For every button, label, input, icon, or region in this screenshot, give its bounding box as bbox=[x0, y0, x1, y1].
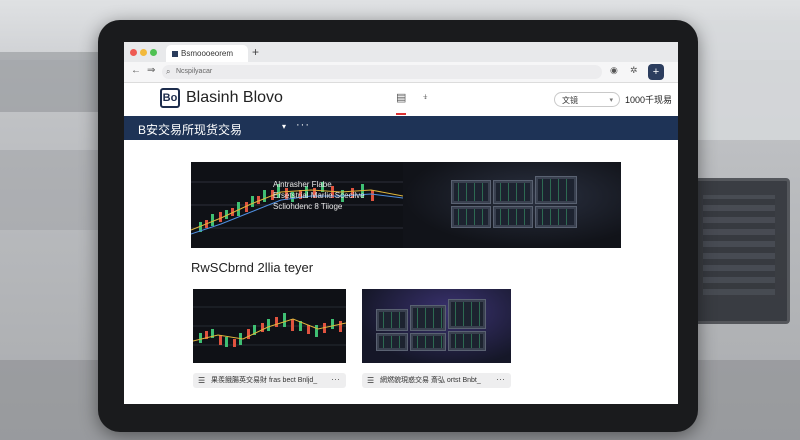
card-candlestick-chart bbox=[193, 306, 346, 347]
address-bar[interactable]: ⌕ Ncspilyacar bbox=[162, 65, 602, 79]
hero-caption: Alntrasher Flabe Ersetstrial Marlie Scec… bbox=[273, 179, 365, 212]
minimize-window-button[interactable] bbox=[140, 49, 147, 56]
maximize-window-button[interactable] bbox=[150, 49, 157, 56]
hero-line: Ersetstrial Marlie Scecilve bbox=[273, 191, 365, 200]
hero-line: Alntrasher Flabe bbox=[273, 180, 332, 189]
menu-icon: ☰ bbox=[367, 376, 375, 385]
card-caption: 網燃貌現惑交易 斎弘 ortst Bnbt_ bbox=[380, 377, 481, 384]
monitor-image bbox=[535, 206, 577, 228]
site-logo[interactable]: Bo bbox=[160, 88, 180, 108]
background-shelf bbox=[0, 52, 110, 112]
card-footer[interactable]: ☰ 網燃貌現惑交易 斎弘 ortst Bnbt_ ··· bbox=[362, 373, 511, 388]
site-header: Bo Blasinh Blovo ▤ ⍖ 文镜 ▾ 1000千现易 bbox=[124, 83, 678, 116]
back-button[interactable]: ← bbox=[131, 65, 141, 76]
card-chart-image[interactable] bbox=[193, 289, 346, 363]
active-nav-indicator bbox=[396, 113, 406, 115]
monitor-image bbox=[448, 331, 486, 351]
new-tab-button[interactable]: + bbox=[252, 44, 259, 60]
hero-line: Scliohdenc 8 Tiioge bbox=[273, 202, 343, 211]
language-value: 文镜 bbox=[562, 96, 578, 105]
close-window-button[interactable] bbox=[130, 49, 137, 56]
card-footer[interactable]: ☰ 果羨餓腸英交易財 fras bect Bnljd_ ··· bbox=[193, 373, 346, 388]
background-window bbox=[690, 20, 800, 140]
monitor-image bbox=[493, 206, 533, 228]
settings-icon[interactable]: ✲ bbox=[630, 65, 638, 76]
browser-tab[interactable]: Bsmoooeorem bbox=[166, 45, 248, 62]
monitor-image bbox=[451, 180, 491, 204]
trading-desk-photo bbox=[403, 162, 621, 248]
monitor-image bbox=[448, 299, 486, 329]
extension-button[interactable]: + bbox=[648, 64, 664, 80]
address-placeholder: Ncspilyacar bbox=[176, 68, 213, 75]
background-monitor bbox=[692, 178, 790, 324]
search-icon: ⌕ bbox=[166, 67, 171, 76]
monitor-image bbox=[410, 305, 446, 331]
more-options-button[interactable]: ··· bbox=[296, 119, 310, 131]
browser-tab-strip: Bsmoooeorem + bbox=[124, 42, 678, 62]
language-select[interactable]: 文镜 ▾ bbox=[554, 92, 620, 107]
monitor-image bbox=[535, 176, 577, 204]
market-title[interactable]: B安交易所现货交易 bbox=[138, 121, 242, 138]
card-more-button[interactable]: ··· bbox=[331, 372, 340, 387]
browser-toolbar: ← ⇒ ⌕ Ncspilyacar ◉ ✲ + bbox=[124, 62, 678, 83]
brand-name[interactable]: Blasinh Blovo bbox=[186, 89, 283, 107]
pin-icon[interactable]: ⍖ bbox=[422, 91, 429, 104]
chart-icon[interactable]: ▤ bbox=[396, 91, 406, 104]
card-trading-room-image[interactable] bbox=[362, 289, 511, 363]
monitor-image bbox=[493, 180, 533, 204]
forward-button[interactable]: ⇒ bbox=[147, 65, 155, 76]
volume-link[interactable]: 1000千现易 bbox=[625, 93, 672, 106]
chevron-down-icon: ▾ bbox=[609, 97, 613, 104]
monitor-image bbox=[451, 206, 491, 228]
site-favicon-icon bbox=[172, 50, 178, 57]
monitor-image bbox=[376, 309, 408, 331]
market-nav-bar: B安交易所现货交易 ▾ ··· bbox=[124, 116, 678, 140]
tab-title: Bsmoooeorem bbox=[181, 49, 234, 58]
monitor-image bbox=[376, 333, 408, 351]
background-cabinet bbox=[0, 150, 100, 230]
chevron-down-icon[interactable]: ▾ bbox=[282, 122, 286, 131]
card-caption: 果羨餓腸英交易財 fras bect Bnljd_ bbox=[211, 377, 318, 384]
monitor-image bbox=[410, 333, 446, 351]
card-more-button[interactable]: ··· bbox=[496, 372, 505, 387]
section-title: RwSCbrnd 2llia teyer bbox=[191, 260, 314, 275]
hero-banner[interactable]: Alntrasher Flabe Ersetstrial Marlie Scec… bbox=[191, 162, 621, 248]
eye-icon[interactable]: ◉ bbox=[610, 65, 618, 76]
tablet-screen: Bsmoooeorem + ← ⇒ ⌕ Ncspilyacar ◉ ✲ + Bo… bbox=[124, 42, 678, 404]
menu-icon: ☰ bbox=[198, 376, 206, 385]
